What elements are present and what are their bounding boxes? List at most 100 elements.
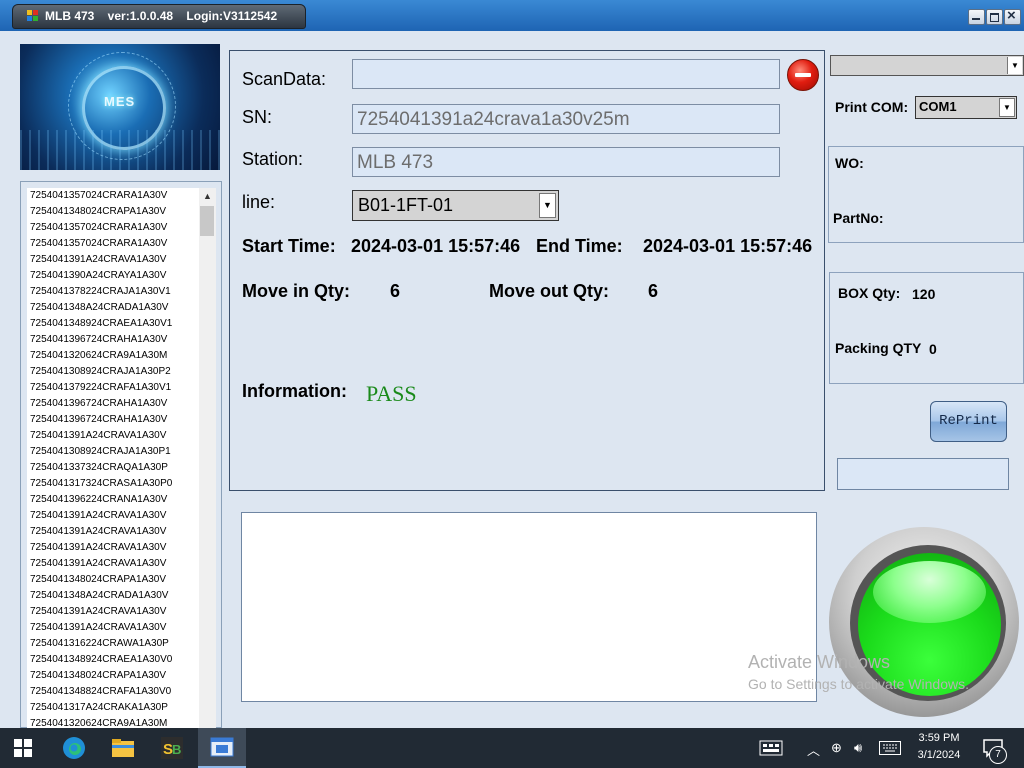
- app-icon: [27, 10, 38, 21]
- top-select[interactable]: ▼: [830, 55, 1024, 76]
- box-qty-value: 120: [912, 286, 936, 302]
- start-time-value: 2024-03-01 15:57:46: [351, 236, 521, 256]
- end-time-label: End Time:: [536, 236, 623, 256]
- log-textarea[interactable]: [241, 512, 817, 702]
- station-label: Station:: [242, 149, 304, 169]
- sn-list-item[interactable]: 7254041348024CRAPA1A30V: [27, 204, 199, 220]
- close-button[interactable]: [1004, 7, 1021, 25]
- taskbar-date[interactable]: 3/1/2024: [908, 749, 970, 761]
- chevron-down-icon[interactable]: ▼: [999, 98, 1015, 117]
- sn-label: SN:: [242, 107, 273, 127]
- chevron-down-icon[interactable]: ▼: [1007, 57, 1022, 74]
- sn-list-item[interactable]: 7254041308924CRAJA1A30P2: [27, 364, 199, 380]
- sn-list-item[interactable]: 7254041348924CRAEA1A30V1: [27, 316, 199, 332]
- sn-list-item[interactable]: 7254041396724CRAHA1A30V: [27, 332, 199, 348]
- sn-list-item[interactable]: 7254041337324CRAQA1A30P: [27, 460, 199, 476]
- activation-watermark-text: Go to Settings to activate Windows.: [748, 676, 969, 692]
- svg-text:B: B: [172, 742, 181, 757]
- sn-list-item[interactable]: 7254041378224CRAJA1A30V1: [27, 284, 199, 300]
- sn-list-item[interactable]: 7254041391A24CRAVA1A30V: [27, 620, 199, 636]
- sn-list-item[interactable]: 7254041316224CRAWA1A30P: [27, 636, 199, 652]
- file-explorer-icon[interactable]: [111, 736, 135, 760]
- sn-listbox[interactable]: 7254041357024CRARA1A30V 7254041348024CRAP…: [27, 188, 199, 728]
- information-label: Information:: [242, 381, 347, 401]
- logo-text: MES: [104, 94, 136, 109]
- window-controls: [967, 7, 1021, 27]
- taskbar-time[interactable]: 3:59 PM: [908, 732, 970, 744]
- network-icon[interactable]: ⊕: [831, 740, 842, 756]
- activation-watermark-title: Activate Windows: [748, 652, 891, 672]
- logo-decoration: [20, 130, 220, 170]
- sn-list-item[interactable]: 7254041357024CRARA1A30V: [27, 220, 199, 236]
- sn-list-item[interactable]: 7254041396724CRAHA1A30V: [27, 396, 199, 412]
- sn-list-item[interactable]: 7254041348824CRAFA1A30V0: [27, 684, 199, 700]
- minimize-button[interactable]: [968, 9, 985, 25]
- line-select[interactable]: B01-1FT-01 ▼: [352, 190, 559, 221]
- sn-list-item[interactable]: 7254041391A24CRAVA1A30V: [27, 604, 199, 620]
- app-sb-icon[interactable]: SB: [160, 736, 184, 760]
- station-field[interactable]: MLB 473: [352, 147, 780, 177]
- wo-label: WO:: [835, 155, 864, 171]
- sn-list-item[interactable]: 7254041348A24CRADA1A30V: [27, 300, 199, 316]
- reprint-button[interactable]: RePrint: [930, 401, 1007, 442]
- sn-list-item[interactable]: 7254041357024CRARA1A30V: [27, 188, 199, 204]
- scroll-thumb[interactable]: [200, 206, 214, 236]
- touch-keyboard-icon[interactable]: [879, 741, 901, 755]
- scandata-input[interactable]: [352, 59, 780, 89]
- sn-list-item[interactable]: 7254041317A24CRAKA1A30P: [27, 700, 199, 716]
- chevron-down-icon[interactable]: ▼: [539, 193, 556, 218]
- print-com-select[interactable]: COM1 ▼: [915, 96, 1017, 119]
- sn-list-item[interactable]: 7254041348924CRAEA1A30V0: [27, 652, 199, 668]
- mes-logo-image: MES: [20, 44, 220, 170]
- box-qty-label: BOX Qty:: [838, 285, 901, 301]
- sn-list-item[interactable]: 7254041391A24CRAVA1A30V: [27, 428, 199, 444]
- move-out-qty-value: 6: [648, 281, 659, 301]
- mlb-app-window-icon: [210, 737, 234, 757]
- print-com-value: COM1: [919, 99, 957, 114]
- sn-list-item[interactable]: 7254041391A24CRAVA1A30V: [27, 508, 199, 524]
- sn-list-item[interactable]: 7254041320624CRA9A1A30M: [27, 716, 199, 728]
- sn-list-item[interactable]: 7254041348024CRAPA1A30V: [27, 572, 199, 588]
- sn-list-item[interactable]: 7254041396724CRAHA1A30V: [27, 412, 199, 428]
- keyboard-layout-icon[interactable]: [759, 740, 783, 756]
- sn-list-item[interactable]: 7254041320624CRA9A1A30M: [27, 348, 199, 364]
- sn-list-item[interactable]: 7254041391A24CRAVA1A30V: [27, 556, 199, 572]
- edge-browser-icon[interactable]: [62, 736, 86, 760]
- notification-count-badge: 7: [989, 746, 1007, 764]
- packing-qty-value: 0: [929, 341, 937, 357]
- sn-field[interactable]: 7254041391a24crava1a30v25m: [352, 104, 780, 134]
- sn-list-item[interactable]: 7254041391A24CRAVA1A30V: [27, 524, 199, 540]
- taskbar: SB ︿ ⊕ 🔊︎ 3:59 PM 3/1/2024 7: [0, 728, 1024, 768]
- maximize-button[interactable]: [986, 9, 1003, 25]
- line-select-value: B01-1FT-01: [358, 195, 454, 215]
- sn-list-item[interactable]: 7254041391A24CRAVA1A30V: [27, 252, 199, 268]
- taskbar-active-app[interactable]: [198, 728, 246, 768]
- sn-list-item[interactable]: 7254041348024CRAPA1A30V: [27, 668, 199, 684]
- sn-list-item[interactable]: 7254041390A24CRAYA1A30V: [27, 268, 199, 284]
- move-out-qty-label: Move out Qty:: [489, 281, 609, 301]
- sn-list-item[interactable]: 7254041357024CRARA1A30V: [27, 236, 199, 252]
- sn-list-scrollbar[interactable]: ▲: [199, 188, 216, 728]
- line-label: line:: [242, 192, 276, 212]
- information-value: PASS: [366, 381, 417, 406]
- sn-list-frame: 7254041357024CRARA1A30V 7254041348024CRAP…: [20, 181, 222, 728]
- end-time-value: 2024-03-01 15:57:46: [643, 236, 813, 256]
- clear-stop-icon[interactable]: [787, 59, 819, 91]
- partno-label: PartNo:: [833, 210, 884, 226]
- sn-list-item[interactable]: 7254041317324CRASA1A30P0: [27, 476, 199, 492]
- sn-list-item[interactable]: 7254041396224CRANA1A30V: [27, 492, 199, 508]
- sn-list-item[interactable]: 7254041391A24CRAVA1A30V: [27, 540, 199, 556]
- sn-list-item[interactable]: 7254041308924CRAJA1A30P1: [27, 444, 199, 460]
- sn-list-item[interactable]: 7254041348A24CRADA1A30V: [27, 588, 199, 604]
- sn-list-item[interactable]: 7254041379224CRAFA1A30V1: [27, 380, 199, 396]
- volume-icon[interactable]: 🔊︎: [854, 740, 862, 756]
- print-com-label: Print COM:: [835, 99, 909, 115]
- scroll-up-icon[interactable]: ▲: [199, 188, 216, 205]
- chevron-up-icon[interactable]: ︿: [807, 740, 820, 759]
- scandata-label: ScanData:: [242, 69, 327, 89]
- start-time-label: Start Time:: [242, 236, 336, 256]
- status-lamp-highlight: [873, 561, 986, 623]
- window-title: MLB 473 ver:1.0.0.48 Login:V3112542: [45, 9, 278, 23]
- side-input[interactable]: [837, 458, 1009, 490]
- windows-start-icon[interactable]: [14, 739, 32, 757]
